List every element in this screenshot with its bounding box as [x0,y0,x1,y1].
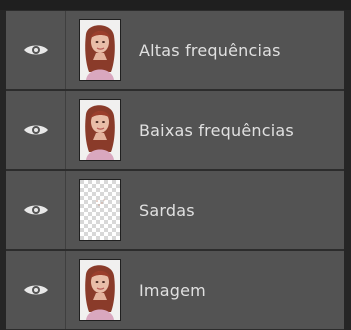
layer-name[interactable]: Imagem [139,281,206,300]
layer-thumbnail[interactable] [79,259,121,321]
layer-row-altas-frequencias[interactable]: Altas frequências [6,10,344,90]
layer-thumbnail[interactable] [79,99,121,161]
layer-name[interactable]: Altas frequências [139,41,281,60]
panel-top-strip [0,0,351,10]
visibility-toggle[interactable] [6,91,66,169]
layer-thumbnail[interactable] [79,179,121,241]
eye-icon[interactable] [23,43,49,57]
layer-name[interactable]: Baixas frequências [139,121,294,140]
layer-row-sardas[interactable]: Sardas [6,170,344,250]
layer-row-imagem[interactable]: Imagem [6,250,344,330]
portrait-thumbnail-image [80,100,120,160]
eye-icon[interactable] [23,203,49,217]
eye-icon[interactable] [23,123,49,137]
layers-panel: Altas frequências Baixas frequências Sar… [0,0,351,330]
portrait-thumbnail-image [80,20,120,80]
visibility-toggle[interactable] [6,251,66,329]
layer-name[interactable]: Sardas [139,201,195,220]
portrait-thumbnail-image [80,260,120,320]
layer-row-baixas-frequencias[interactable]: Baixas frequências [6,90,344,170]
visibility-toggle[interactable] [6,171,66,249]
eye-icon[interactable] [23,283,49,297]
visibility-toggle[interactable] [6,11,66,89]
transparent-checkerboard-thumbnail [80,180,120,240]
layer-thumbnail[interactable] [79,19,121,81]
